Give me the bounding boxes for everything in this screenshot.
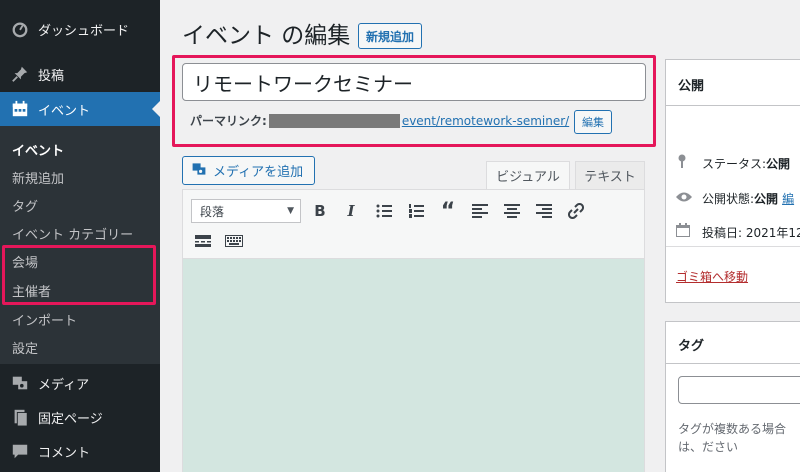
tag-help-text: タグが複数ある場合は、ださい [678, 422, 787, 454]
blockquote-button[interactable]: “ [437, 199, 459, 224]
submenu-item-event-category[interactable]: イベント カテゴリー [12, 224, 133, 243]
numbered-list-icon [409, 204, 424, 218]
sidebar-item-label: メディア [38, 377, 90, 393]
sidebar-item-label: コメント [38, 445, 91, 461]
permalink-link[interactable]: event/remotework-seminer/ [402, 114, 569, 128]
sidebar-item-label: 固定ページ [38, 411, 103, 427]
calendar-icon [676, 223, 694, 241]
divider [666, 246, 800, 247]
tag-box: タグ タグが複数ある場合は、ださい [665, 321, 800, 472]
sidebar-item-comments[interactable]: コメント [0, 434, 160, 468]
media-icon [191, 161, 207, 181]
move-to-trash-link[interactable]: ゴミ箱へ移動 [676, 268, 748, 285]
permalink-edit-button[interactable]: 編集 [574, 110, 612, 134]
permalink-row: パーマリンク: event/remotework-seminer/ [190, 112, 569, 129]
visibility-value: 公開 [754, 192, 779, 206]
read-more-icon [195, 235, 211, 247]
sidebar-item-media[interactable]: メディア [0, 366, 160, 400]
bullet-list-icon [376, 204, 392, 218]
date-label: 投稿日: 2021年12 [702, 225, 800, 240]
submenu-item-import[interactable]: インポート [12, 310, 77, 329]
admin-sidebar: ダッシュボード 投稿 イベント イベント 新規追加 タグ イベント カテゴリー … [0, 0, 160, 472]
tag-input[interactable] [678, 376, 800, 404]
permalink-redacted-domain [268, 113, 400, 128]
italic-button[interactable]: I [340, 200, 362, 222]
page-icon [10, 407, 30, 427]
page-title: イベント の編集 [182, 23, 351, 49]
dashboard-icon [10, 19, 30, 39]
post-title-input[interactable]: リモートワークセミナー [182, 63, 646, 101]
comment-icon [10, 441, 30, 461]
insert-link-button[interactable] [565, 200, 587, 222]
sidebar-item-posts[interactable]: 投稿 [0, 57, 160, 91]
sidebar-item-dashboard[interactable]: ダッシュボード [0, 12, 160, 46]
pin-icon [676, 154, 694, 172]
visibility-row: 公開状態: 公開 編 [676, 190, 794, 207]
date-row: 投稿日: 2021年12 [676, 223, 800, 241]
link-icon [568, 203, 584, 219]
numbered-list-button[interactable] [405, 200, 427, 222]
sidebar-item-pages[interactable]: 固定ページ [0, 400, 160, 434]
status-row: ステータス: 公開 [676, 154, 790, 172]
submenu-item-settings[interactable]: 設定 [12, 338, 38, 357]
sidebar-item-label: ダッシュボード [38, 23, 130, 39]
pin-icon [10, 64, 30, 84]
bold-button[interactable]: B [309, 200, 331, 222]
sidebar-item-label: 投稿 [38, 68, 65, 84]
align-right-icon [536, 204, 552, 218]
submenu-item-tags[interactable]: タグ [12, 196, 38, 215]
align-left-icon [472, 204, 488, 218]
submenu-item-add-new[interactable]: 新規追加 [12, 168, 64, 187]
editor-content-area[interactable] [182, 259, 645, 472]
read-more-button[interactable] [192, 230, 214, 252]
format-select-value: 段落 [200, 204, 225, 219]
permalink-label: パーマリンク: [190, 114, 267, 128]
venue-organizer-highlight [2, 245, 156, 305]
divider [666, 363, 800, 364]
toolbar-toggle-button[interactable] [223, 230, 245, 252]
visibility-label: 公開状態: [702, 192, 755, 206]
divider [666, 105, 800, 106]
eye-icon [676, 191, 694, 207]
align-center-button[interactable] [501, 200, 523, 222]
add-media-button[interactable]: メディアを追加 [182, 156, 315, 185]
chevron-down-icon: ▼ [287, 206, 294, 216]
keyboard-icon [225, 235, 243, 247]
publish-box: 公開 ステータス: 公開 公開状態: 公開 編 投稿日: 2021年12 ゴミ箱… [665, 59, 800, 303]
publish-box-title: 公開 [678, 79, 705, 94]
add-new-button[interactable]: 新規追加 [358, 23, 423, 49]
align-right-button[interactable] [533, 200, 555, 222]
sidebar-item-events[interactable]: イベント [0, 92, 160, 126]
submenu-item-events[interactable]: イベント [12, 140, 64, 159]
tab-visual[interactable]: ビジュアル [486, 161, 570, 189]
sidebar-item-label: イベント [38, 103, 91, 119]
tag-box-title: タグ [678, 339, 705, 354]
status-label: ステータス: [702, 156, 767, 171]
bullet-list-button[interactable] [373, 200, 395, 222]
status-value: 公開 [766, 156, 791, 171]
editor-toolbar: 段落 ▼ B I “ [182, 189, 645, 259]
tab-text[interactable]: テキスト [575, 161, 645, 189]
media-icon [10, 373, 30, 393]
align-left-button[interactable] [469, 200, 491, 222]
visibility-edit-link[interactable]: 編 [782, 190, 794, 207]
format-select[interactable]: 段落 ▼ [191, 199, 301, 223]
add-media-label: メディアを追加 [213, 165, 304, 180]
align-center-icon [504, 204, 520, 218]
calendar-icon [10, 99, 30, 119]
